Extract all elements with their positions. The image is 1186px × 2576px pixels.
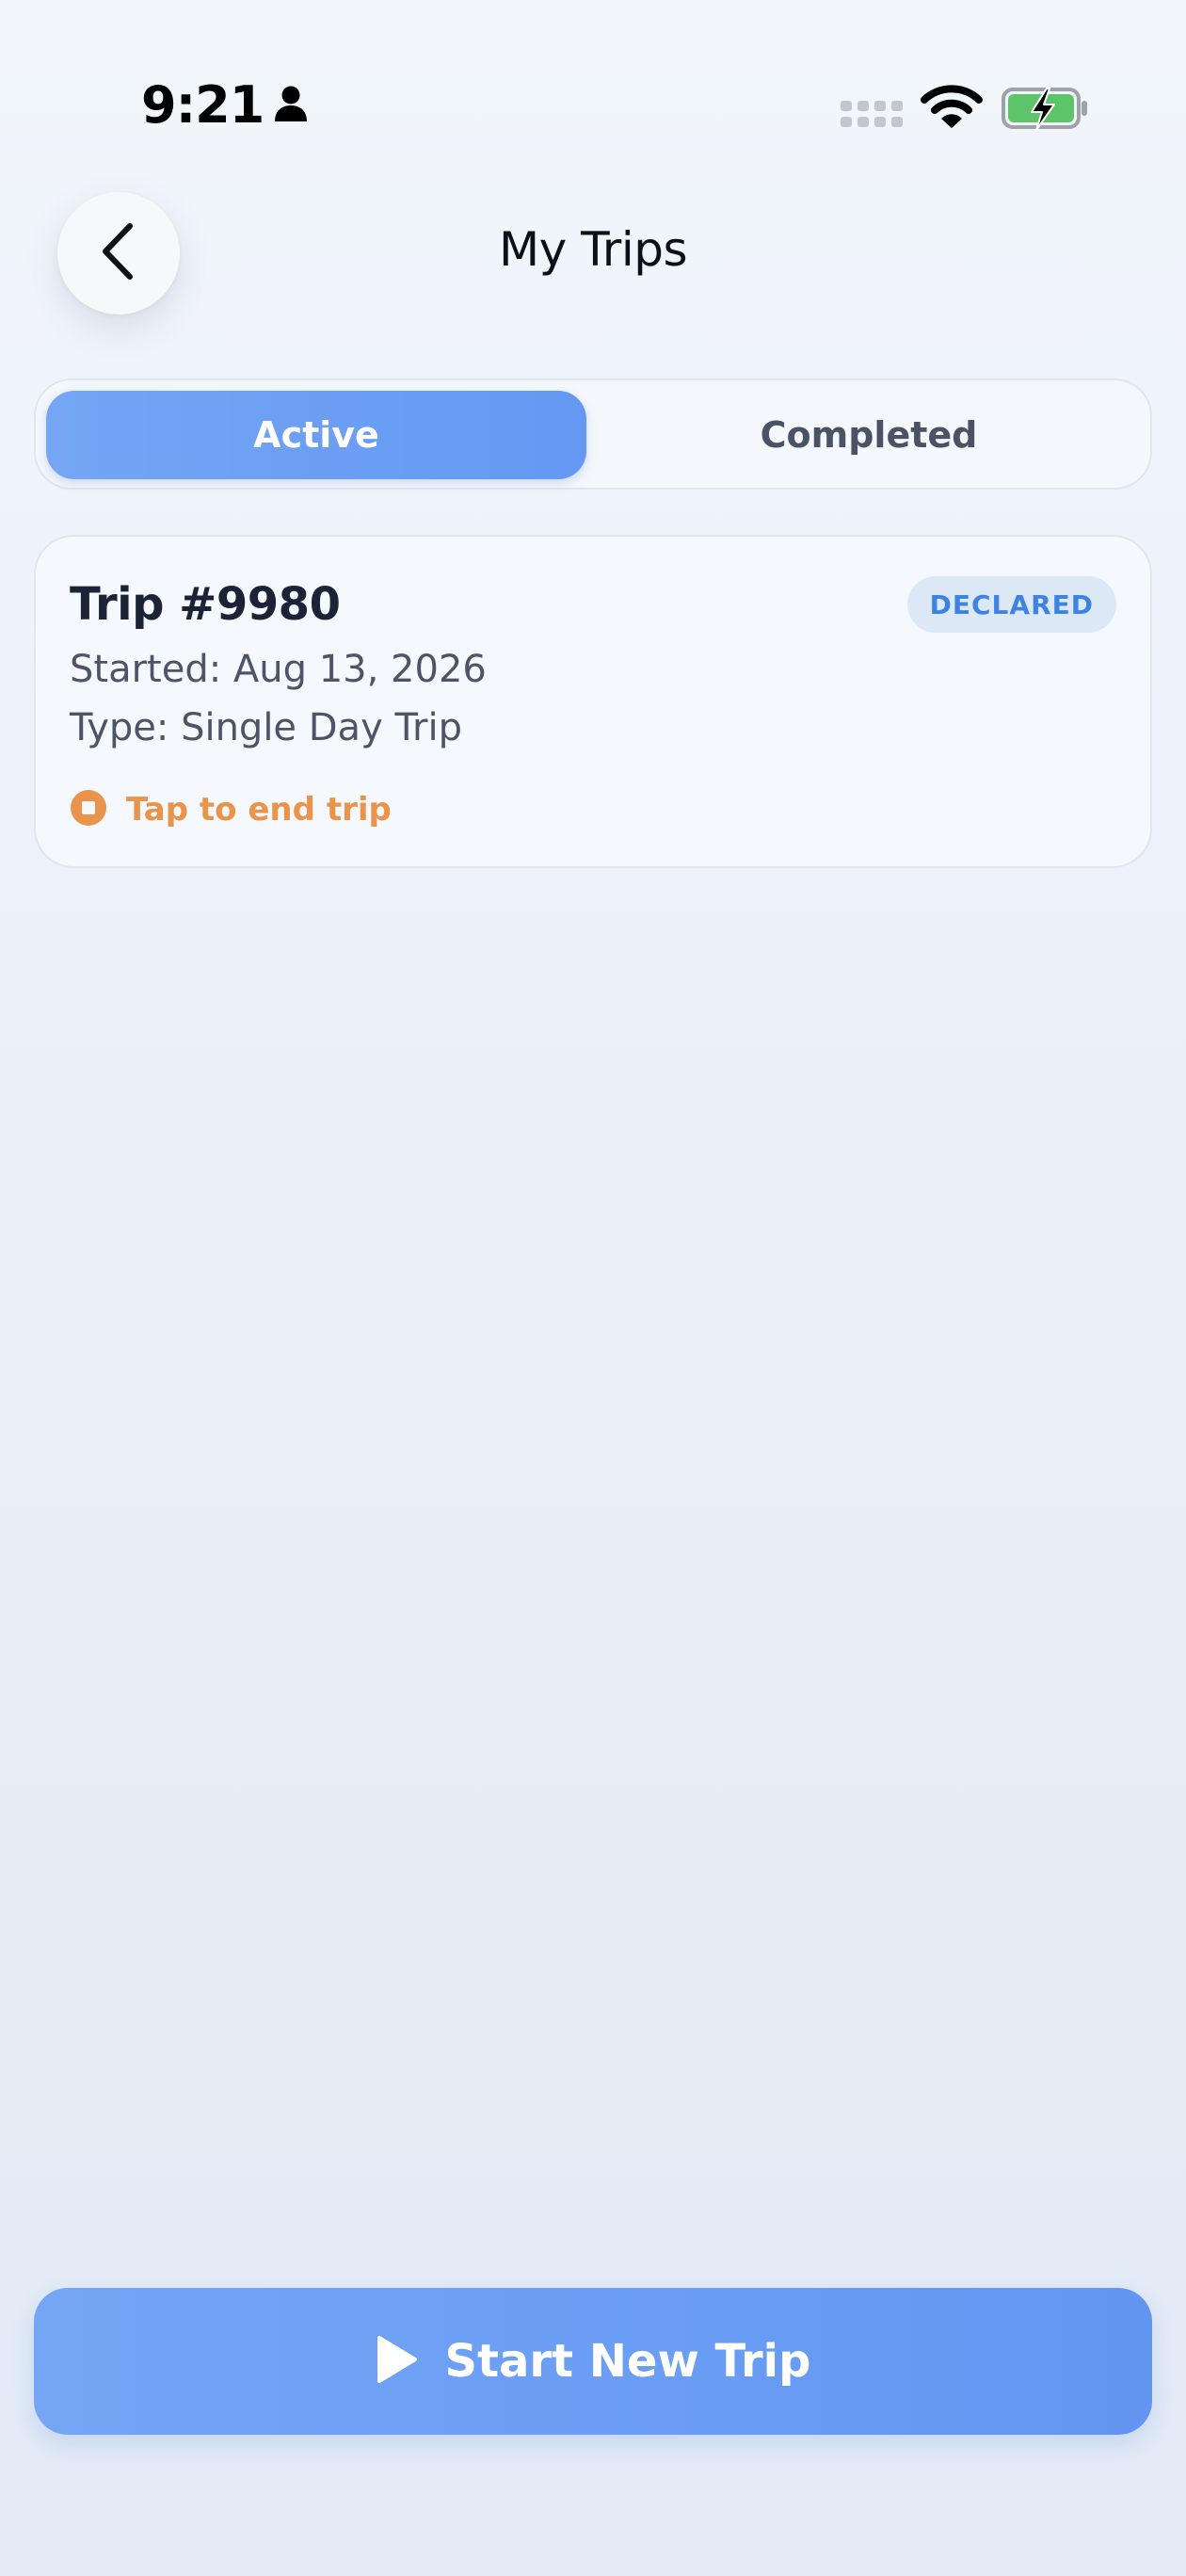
status-time: 9:21 [141,75,264,135]
start-new-trip-button[interactable]: Start New Trip [34,2288,1152,2435]
trip-status-tabs: Active Completed [34,378,1152,490]
tab-completed[interactable]: Completed [599,391,1139,479]
end-trip-label: Tap to end trip [126,791,392,829]
wifi-icon [921,83,983,134]
trip-type: Type: Single Day Trip [70,706,462,749]
cellular-signal-icon [841,98,905,134]
status-bar: 9:21 [0,0,1186,217]
trip-started-date: Started: Aug 13, 2026 [70,648,487,691]
stop-circle-icon [70,789,107,830]
battery-charging-icon [1001,87,1091,136]
status-time-group: 9:21 [141,75,309,135]
person-icon [273,85,309,126]
trip-card[interactable]: Trip #9980 DECLARED Started: Aug 13, 202… [34,535,1152,868]
status-badge: DECLARED [906,576,1116,633]
start-new-trip-label: Start New Trip [444,2335,811,2388]
trip-title: Trip #9980 [70,578,341,631]
page-title: My Trips [498,222,688,277]
play-icon [376,2334,419,2389]
tab-active[interactable]: Active [46,391,586,479]
end-trip-action[interactable]: Tap to end trip [70,789,392,830]
